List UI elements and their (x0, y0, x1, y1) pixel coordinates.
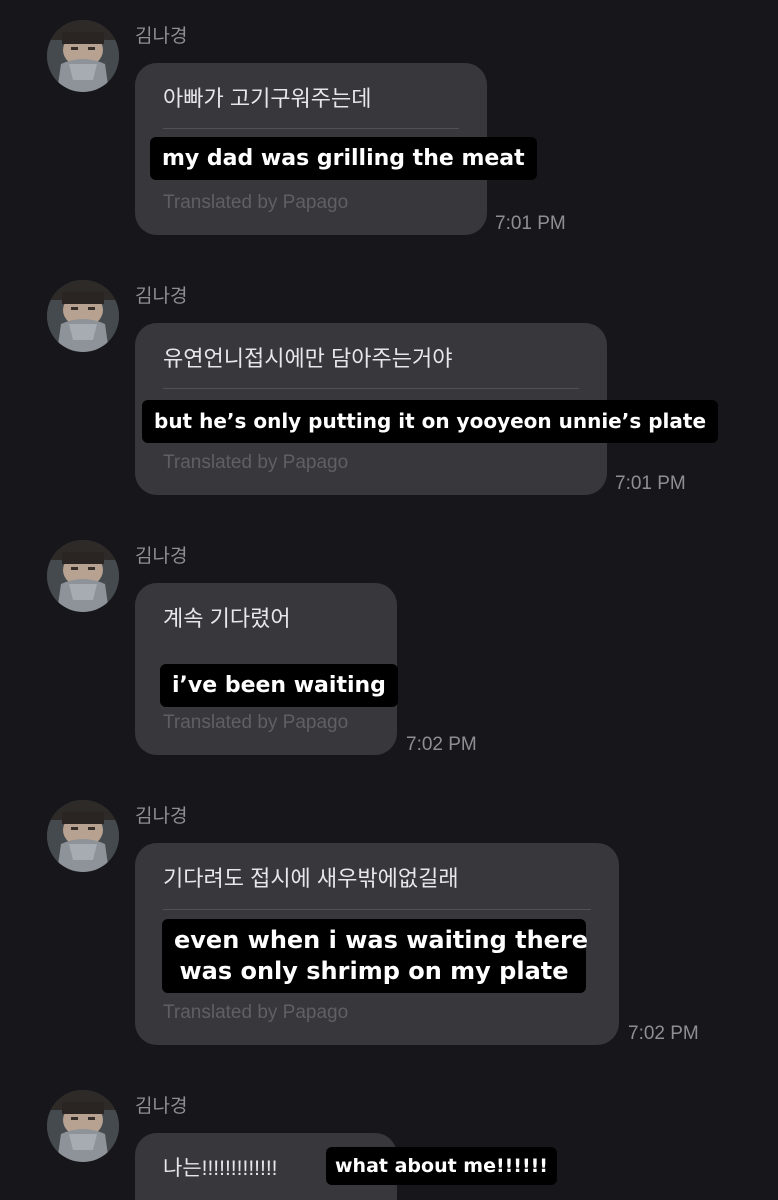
translation-line: even when i was waiting there (174, 926, 589, 954)
original-text: 아빠가 고기구워주는데 (163, 86, 372, 111)
chat-screen: 김나경 아빠가 고기구워주는데 Translated by Papago 7:0… (0, 0, 778, 1200)
profile-photo-icon (47, 20, 119, 92)
profile-photo-icon (47, 800, 119, 872)
timestamp: 7:02 PM (406, 734, 477, 755)
translation-credit: Translated by Papago (163, 1002, 349, 1023)
sender-name: 김나경 (135, 26, 188, 47)
profile-photo-icon (47, 1090, 119, 1162)
original-text: 유연언니접시에만 담아주는거야 (163, 346, 453, 371)
sender-name: 김나경 (135, 286, 188, 307)
translation-credit: Translated by Papago (163, 712, 349, 733)
translation-credit: Translated by Papago (163, 192, 349, 213)
timestamp: 7:01 PM (615, 473, 686, 494)
bubble-divider (163, 388, 579, 389)
avatar[interactable] (47, 540, 119, 612)
original-text: 계속 기다렸어 (163, 606, 291, 631)
sender-name: 김나경 (135, 806, 188, 827)
sender-name: 김나경 (135, 1096, 188, 1117)
profile-photo-icon (47, 540, 119, 612)
bubble-divider (163, 909, 591, 910)
translation-line: was only shrimp on my plate (179, 957, 569, 985)
translation-caption: my dad was grilling the meat (150, 137, 537, 180)
bubble-divider (163, 128, 459, 129)
translation-caption: what about me!!!!!! (326, 1147, 557, 1185)
translation-caption: even when i was waiting there was only s… (162, 919, 589, 993)
avatar[interactable] (47, 800, 119, 872)
translation-credit: Translated by Papago (163, 452, 349, 473)
avatar[interactable] (47, 1090, 119, 1162)
avatar[interactable] (47, 280, 119, 352)
timestamp: 7:02 PM (628, 1023, 699, 1044)
original-text: 나는!!!!!!!!!!!!! (163, 1157, 278, 1180)
avatar[interactable] (47, 20, 119, 92)
original-text: 기다려도 접시에 새우밖에없길래 (163, 866, 459, 891)
sender-name: 김나경 (135, 546, 188, 567)
translation-caption: i’ve been waiting (160, 664, 398, 707)
timestamp: 7:01 PM (495, 213, 566, 234)
profile-photo-icon (47, 280, 119, 352)
translation-caption: but he’s only putting it on yooyeon unni… (142, 400, 719, 443)
